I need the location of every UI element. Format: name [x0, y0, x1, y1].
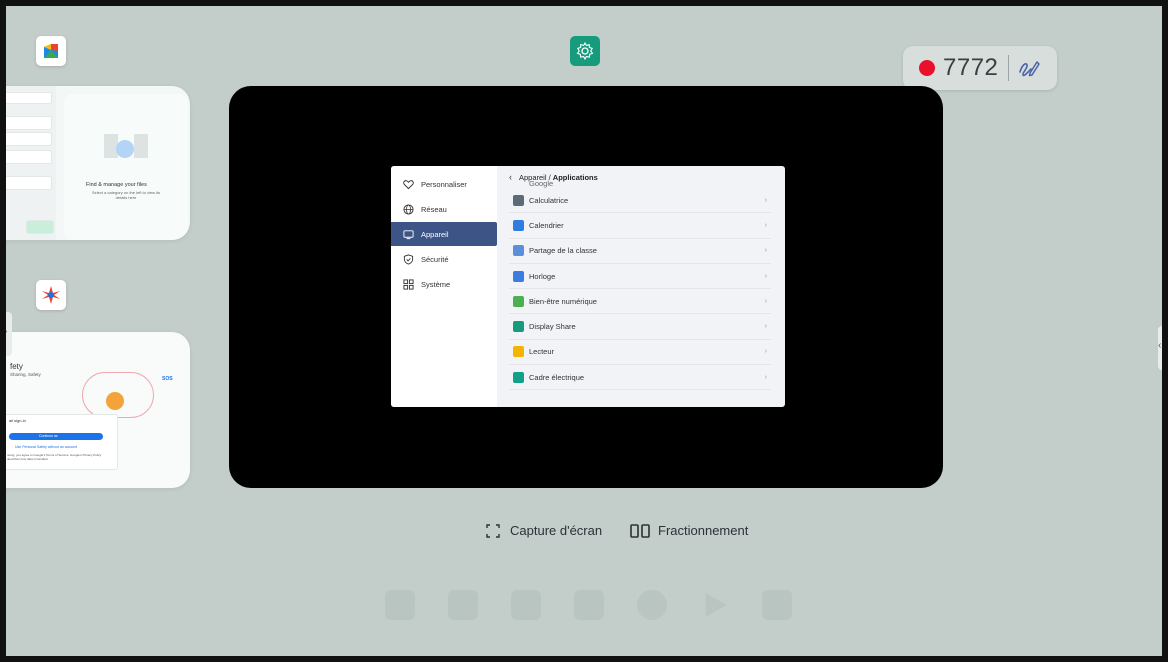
chevron-right-icon: ›: [6, 326, 7, 337]
app-icon: [513, 219, 524, 231]
app-row[interactable]: Partage de la classe ›: [509, 239, 771, 264]
continue-button[interactable]: Continue as: [9, 433, 103, 440]
heart-icon: [401, 177, 415, 191]
recording-dot-icon: [919, 60, 935, 76]
app-list: Calculatrice › Calendrier › Partage de la cl…: [509, 188, 771, 391]
divider: [1008, 55, 1010, 81]
app-row[interactable]: Calendrier ›: [509, 213, 771, 239]
sidebar-item-systeme[interactable]: Système: [391, 272, 497, 296]
app-icon: [513, 295, 524, 307]
monitor-icon: [401, 227, 415, 241]
app-icon: [513, 194, 524, 206]
app-row[interactable]: Cadre électrique ›: [509, 365, 771, 391]
chevron-right-icon: ›: [764, 196, 767, 204]
app-row[interactable]: Horloge ›: [509, 264, 771, 290]
dock-app-icon[interactable]: [448, 590, 479, 620]
app-row-label: Calendrier: [529, 220, 564, 230]
settings-panel: Personnaliser Réseau Appareil Sécurité S…: [391, 166, 785, 407]
files-card-subtitle: Select a category on the left to view it…: [91, 190, 161, 200]
app-row-label: Horloge: [529, 271, 556, 281]
globe-icon: [401, 202, 415, 216]
app-row-label: Lecteur: [529, 347, 555, 357]
sidebar-item-appareil[interactable]: Appareil: [391, 222, 497, 246]
dock-app-icon[interactable]: [573, 590, 604, 620]
play-icon[interactable]: [705, 593, 727, 617]
dock: [369, 579, 809, 631]
split-screen-icon: [630, 523, 650, 538]
right-edge-handle[interactable]: ‹: [1158, 326, 1162, 370]
app-icon: [513, 245, 524, 257]
chevron-left-icon: ‹: [1158, 340, 1162, 351]
shield-icon: [401, 252, 415, 266]
app-row-label: Calculatrice: [529, 195, 569, 205]
screenshot-frame-icon: [486, 523, 500, 538]
settings-app-preview[interactable]: Personnaliser Réseau Appareil Sécurité S…: [229, 86, 943, 488]
app-grid-icon[interactable]: [385, 590, 416, 620]
settings-sidebar: Personnaliser Réseau Appareil Sécurité S…: [391, 166, 497, 407]
email-signin-label: ail sign-in: [9, 418, 26, 423]
dock-app-icon[interactable]: [511, 590, 542, 620]
app-icon: [513, 371, 524, 383]
app-row[interactable]: Lecteur ›: [509, 340, 771, 366]
dock-app-icon[interactable]: [636, 590, 667, 620]
annotate-pen-icon[interactable]: [1017, 56, 1041, 80]
files-app-icon[interactable]: [36, 36, 66, 66]
task-switcher-screen: Find & manage your files Select a catego…: [6, 6, 1162, 656]
app-row-label: Partage de la classe: [529, 246, 597, 256]
files-card-title: Find & manage your files: [86, 182, 147, 188]
app-row[interactable]: Bien-être numérique ›: [509, 289, 771, 315]
sidebar-item-personnaliser[interactable]: Personnaliser: [391, 172, 497, 196]
chevron-right-icon: ›: [764, 221, 767, 229]
terms-text: nuing, you agree to Google's Terms of Se…: [7, 453, 102, 461]
app-row[interactable]: Display Share ›: [509, 314, 771, 340]
left-edge-handle[interactable]: ›: [6, 312, 12, 356]
settings-content: ‹ Appareil / Applications Google Calcula…: [497, 166, 785, 407]
use-without-account-link[interactable]: Use Personal Safety without an account: [15, 445, 77, 449]
app-icon: [513, 321, 524, 333]
app-icon: [513, 270, 524, 282]
app-row-google[interactable]: Google: [509, 180, 771, 188]
recording-counter: 7772: [943, 54, 999, 81]
personal-safety-app-icon[interactable]: [36, 280, 66, 310]
chevron-right-icon: ›: [764, 323, 767, 331]
sidebar-item-securite[interactable]: Sécurité: [391, 247, 497, 271]
split-screen-button[interactable]: Fractionnement: [630, 523, 748, 538]
screen-recording-indicator[interactable]: 7772: [903, 46, 1057, 90]
chevron-right-icon: ›: [764, 272, 767, 280]
settings-gear-icon[interactable]: [570, 36, 600, 66]
dock-app-icon[interactable]: [762, 590, 793, 620]
app-row-label: Bien-être numérique: [529, 296, 597, 306]
chevron-right-icon: ›: [764, 247, 767, 255]
safety-card-subtitle: Sharing, Safety: [10, 372, 41, 377]
chevron-right-icon: ›: [764, 373, 767, 381]
sos-label: SOS: [162, 376, 173, 382]
app-row-label: Cadre électrique: [529, 372, 585, 382]
files-illustration: [104, 130, 148, 160]
screenshot-button[interactable]: Capture d'écran: [486, 523, 602, 538]
sidebar-item-reseau[interactable]: Réseau: [391, 197, 497, 221]
app-row[interactable]: Calculatrice ›: [509, 188, 771, 214]
safety-card-title: fety: [10, 362, 23, 371]
personal-safety-preview[interactable]: fety Sharing, Safety SOS ail sign-in Con…: [6, 332, 190, 488]
app-icon: [513, 346, 524, 358]
files-app-preview[interactable]: Find & manage your files Select a catego…: [6, 86, 190, 240]
chevron-right-icon: ›: [764, 348, 767, 356]
chevron-right-icon: ›: [764, 297, 767, 305]
grid-icon: [401, 277, 415, 291]
app-row-label: Display Share: [529, 322, 576, 332]
